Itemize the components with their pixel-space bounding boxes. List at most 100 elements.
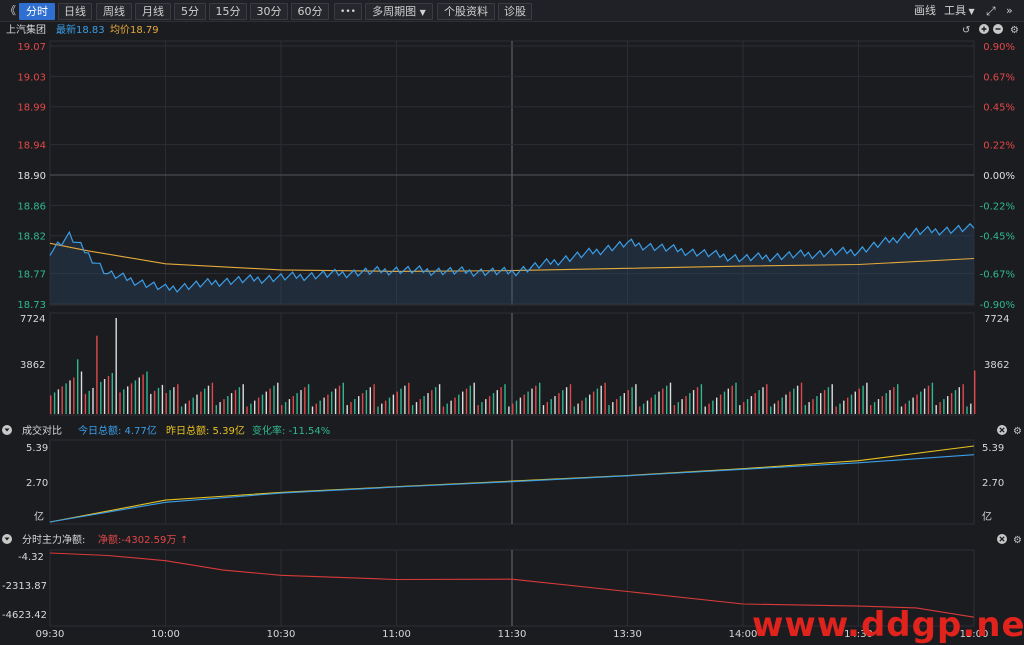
tab-weekly[interactable]: 周线 bbox=[96, 3, 132, 20]
price-tick-label: 18.73 bbox=[17, 300, 46, 311]
change-rate-label: 变化率: -11.54% bbox=[252, 424, 330, 437]
volume-bar bbox=[304, 387, 306, 414]
volume-bar bbox=[950, 393, 953, 414]
volume-bar bbox=[215, 405, 217, 414]
volume-bar bbox=[50, 395, 52, 414]
zoom-out-icon[interactable] bbox=[993, 24, 1003, 34]
tab-15min[interactable]: 15分 bbox=[209, 3, 247, 20]
volume-bar bbox=[369, 387, 371, 414]
volume-bar bbox=[192, 397, 194, 414]
tab-5min[interactable]: 5分 bbox=[174, 3, 206, 20]
percent-tick-label: 0.67% bbox=[983, 72, 1015, 83]
flow-axis-mid: -2313.87 bbox=[2, 581, 47, 592]
volume-bar bbox=[669, 382, 672, 414]
volume-bar bbox=[966, 406, 968, 414]
draw-line-button[interactable]: 画线 bbox=[914, 3, 936, 20]
time-tick-label: 10:30 bbox=[267, 629, 296, 640]
collapse-flow-icon[interactable] bbox=[2, 534, 12, 544]
tab-30min[interactable]: 30分 bbox=[250, 3, 288, 20]
volume-bar bbox=[196, 394, 198, 414]
volume-bar bbox=[496, 390, 498, 414]
diagnose-button[interactable]: 诊股 bbox=[498, 3, 532, 20]
volume-bar bbox=[442, 406, 445, 414]
volume-bar bbox=[396, 391, 398, 414]
tools-button[interactable]: 工具 ▼ bbox=[944, 3, 975, 20]
volume-bar bbox=[127, 386, 129, 414]
zoom-in-icon[interactable] bbox=[979, 24, 989, 34]
volume-bar bbox=[858, 388, 860, 414]
volume-bar bbox=[188, 400, 190, 414]
volume-bar bbox=[662, 388, 664, 414]
volume-bar bbox=[153, 390, 156, 414]
price-tick-label: 19.07 bbox=[17, 42, 46, 53]
more-button[interactable]: ••• bbox=[334, 3, 362, 20]
volume-bar bbox=[627, 390, 629, 414]
volume-bar bbox=[731, 385, 733, 414]
volume-bar bbox=[119, 392, 121, 414]
volume-bar bbox=[800, 382, 803, 414]
volume-bar bbox=[150, 393, 152, 414]
percent-tick-label: 0.90% bbox=[983, 42, 1015, 53]
volume-bar bbox=[897, 384, 899, 414]
volume-bar bbox=[73, 377, 75, 414]
volume-bar bbox=[870, 405, 872, 414]
volume-bar bbox=[847, 397, 849, 414]
volume-bar bbox=[427, 393, 429, 414]
volume-max-right: 7724 bbox=[984, 314, 1009, 325]
volume-bar bbox=[173, 387, 175, 414]
volume-bar bbox=[673, 405, 676, 414]
volume-bar bbox=[712, 400, 714, 414]
volume-bar bbox=[250, 403, 252, 414]
close-flow-icon[interactable] bbox=[997, 534, 1007, 544]
volume-bar bbox=[642, 403, 645, 414]
tools-label: 工具 bbox=[944, 4, 966, 17]
tab-daily[interactable]: 日线 bbox=[58, 3, 92, 20]
volume-bar bbox=[739, 405, 741, 414]
volume-bar bbox=[970, 403, 972, 414]
volume-bar bbox=[750, 396, 753, 414]
volume-bar bbox=[623, 393, 625, 414]
settings-gear-icon[interactable]: ⚙ bbox=[1010, 25, 1019, 36]
volume-bar bbox=[808, 402, 810, 414]
price-right-axis: 0.90% 0.67% 0.45% 0.22% 0.00% -0.22% -0.45% -0.… bbox=[980, 42, 1015, 311]
volume-bar bbox=[296, 393, 298, 414]
volume-bar bbox=[227, 396, 229, 414]
volume-bar bbox=[600, 385, 602, 414]
stock-info-button[interactable]: 个股资料 bbox=[437, 3, 495, 20]
volume-bar bbox=[84, 393, 87, 414]
multi-period-dropdown[interactable]: 多周期图 ▼ bbox=[365, 3, 433, 20]
volume-bar bbox=[735, 382, 737, 414]
volume-bar bbox=[265, 391, 267, 414]
volume-bar bbox=[893, 387, 895, 414]
tab-monthly[interactable]: 月线 bbox=[135, 3, 171, 20]
volume-bar bbox=[681, 399, 683, 414]
tab-60min[interactable]: 60分 bbox=[291, 3, 329, 20]
double-chevron-icon[interactable]: » bbox=[1006, 3, 1013, 20]
volume-bar bbox=[65, 383, 67, 414]
tab-intraday[interactable]: 分时 bbox=[19, 3, 55, 20]
volume-bar bbox=[604, 382, 606, 414]
volume-bar bbox=[939, 402, 941, 414]
price-tick-label: 19.03 bbox=[17, 72, 46, 83]
volume-bar bbox=[103, 379, 106, 414]
volume-bar bbox=[554, 396, 556, 414]
volume-bar bbox=[500, 387, 502, 414]
expand-icon[interactable]: ⤢ bbox=[986, 3, 996, 20]
volume-mid-right: 3862 bbox=[984, 360, 1009, 371]
volume-bar bbox=[408, 382, 410, 414]
volume-bar bbox=[839, 403, 841, 414]
flow-settings-icon[interactable]: ⚙ bbox=[1013, 535, 1022, 546]
back-icon[interactable]: 《 bbox=[5, 3, 16, 20]
volume-bar bbox=[204, 388, 206, 414]
volume-bar bbox=[539, 382, 541, 414]
price-tick-label: 18.99 bbox=[17, 103, 46, 114]
close-compare-icon[interactable] bbox=[997, 425, 1007, 435]
volume-bar bbox=[770, 406, 772, 414]
volume-bar bbox=[835, 406, 837, 414]
volume-bar bbox=[242, 384, 244, 414]
percent-tick-label: 0.45% bbox=[983, 103, 1015, 114]
volume-bar bbox=[334, 388, 337, 414]
compare-settings-icon[interactable]: ⚙ bbox=[1013, 426, 1022, 437]
collapse-compare-icon[interactable] bbox=[2, 425, 12, 435]
undo-icon[interactable]: ↺ bbox=[962, 25, 970, 36]
